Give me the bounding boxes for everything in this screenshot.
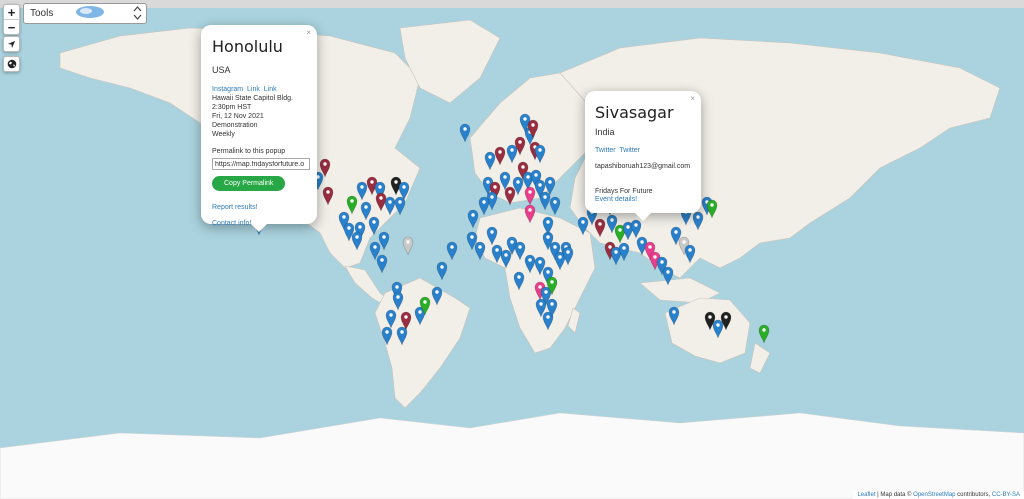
browser-top-strip (0, 0, 1024, 8)
event-popup-sivasagar: × Sivasagar India Twitter Twitter tapash… (585, 91, 701, 221)
attribution-text: | Map data © (875, 492, 914, 498)
event-marker-icon[interactable] (356, 181, 368, 206)
event-marker-icon[interactable] (720, 311, 732, 336)
event-marker-icon[interactable] (446, 241, 458, 266)
event-marker-icon[interactable] (376, 254, 388, 279)
popup-time: 2:30pm HST (212, 104, 252, 111)
location-arrow-icon (7, 37, 16, 52)
event-marker-icon[interactable] (542, 216, 554, 241)
license-link[interactable]: CC-BY-SA (992, 492, 1020, 498)
link-2[interactable]: Link (264, 86, 277, 93)
globe-icon (7, 57, 17, 72)
popup-country: USA (212, 65, 231, 75)
popup-city: Honolulu (212, 37, 283, 56)
popup-city: Sivasagar (595, 103, 674, 122)
popup-links: Twitter Twitter (595, 147, 693, 154)
tools-select[interactable]: Tools (23, 3, 147, 24)
popup-close-button[interactable]: × (690, 94, 695, 103)
zoom-control: + − (3, 4, 20, 35)
map-attribution: Leaflet | Map data © OpenStreetMap contr… (853, 491, 1024, 499)
event-marker-icon[interactable] (419, 296, 431, 321)
twitter-link-1[interactable]: Twitter (595, 147, 616, 154)
zoom-in-button[interactable]: + (4, 5, 19, 20)
event-marker-icon[interactable] (546, 298, 558, 323)
event-marker-icon[interactable] (706, 199, 718, 224)
report-results-link[interactable]: Report results! (212, 204, 309, 211)
event-marker-icon[interactable] (494, 146, 506, 171)
instagram-link[interactable]: Instagram (212, 86, 243, 93)
popup-close-button[interactable]: × (306, 28, 311, 37)
event-marker-icon[interactable] (527, 119, 539, 144)
event-marker-icon[interactable] (524, 204, 536, 229)
popup-country: India (595, 127, 615, 137)
popup-tip (251, 224, 267, 232)
popup-organization: Fridays For Future (595, 188, 653, 195)
tools-label: Tools (30, 8, 54, 19)
event-marker-icon[interactable] (662, 266, 674, 291)
event-details-link[interactable]: Event details! (595, 196, 693, 203)
link-1[interactable]: Link (247, 86, 260, 93)
popup-location: Hawaii State Capitol Bldg. (212, 95, 293, 102)
popup-email: tapashiboruah123@gmail.com (595, 163, 691, 170)
globe-thumbnail-icon (75, 5, 105, 22)
event-marker-icon[interactable] (562, 246, 574, 271)
popup-links: Instagram Link Link (212, 86, 309, 93)
event-marker-icon[interactable] (402, 236, 414, 261)
popup-date: Fri, 12 Nov 2021 (212, 113, 264, 120)
world-map[interactable] (0, 8, 1024, 499)
event-marker-icon[interactable] (474, 241, 486, 266)
popup-event-type: Demonstration (212, 122, 258, 129)
permalink-input[interactable] (212, 158, 310, 170)
event-marker-icon[interactable] (396, 326, 408, 351)
event-marker-icon[interactable] (431, 286, 443, 311)
event-marker-icon[interactable] (394, 196, 406, 221)
osm-link[interactable]: OpenStreetMap (913, 492, 955, 498)
popup-frequency: Weekly (212, 131, 235, 138)
permalink-label: Permalink to this popup (212, 148, 286, 155)
event-marker-icon[interactable] (618, 242, 630, 267)
event-marker-icon[interactable] (381, 326, 393, 351)
chevron-updown-icon (133, 5, 142, 23)
event-marker-icon[interactable] (668, 306, 680, 331)
event-marker-icon[interactable] (459, 123, 471, 148)
event-marker-icon[interactable] (375, 192, 387, 217)
twitter-link-2[interactable]: Twitter (619, 147, 640, 154)
event-marker-icon[interactable] (684, 244, 696, 269)
attribution-contributors: contributors, (955, 492, 992, 498)
popup-tip (635, 213, 651, 221)
zoom-out-button[interactable]: − (4, 19, 19, 35)
event-popup-honolulu: × Honolulu USA Instagram Link Link Hawai… (201, 25, 317, 232)
leaflet-link[interactable]: Leaflet (857, 492, 875, 498)
locate-button[interactable] (3, 36, 20, 52)
copy-permalink-button[interactable]: Copy Permalink (212, 176, 286, 191)
event-marker-icon[interactable] (758, 324, 770, 349)
event-marker-icon[interactable] (478, 196, 490, 221)
event-marker-icon[interactable] (534, 144, 546, 169)
event-marker-icon[interactable] (343, 222, 355, 247)
globe-button[interactable] (3, 56, 20, 72)
event-marker-icon[interactable] (322, 186, 334, 211)
